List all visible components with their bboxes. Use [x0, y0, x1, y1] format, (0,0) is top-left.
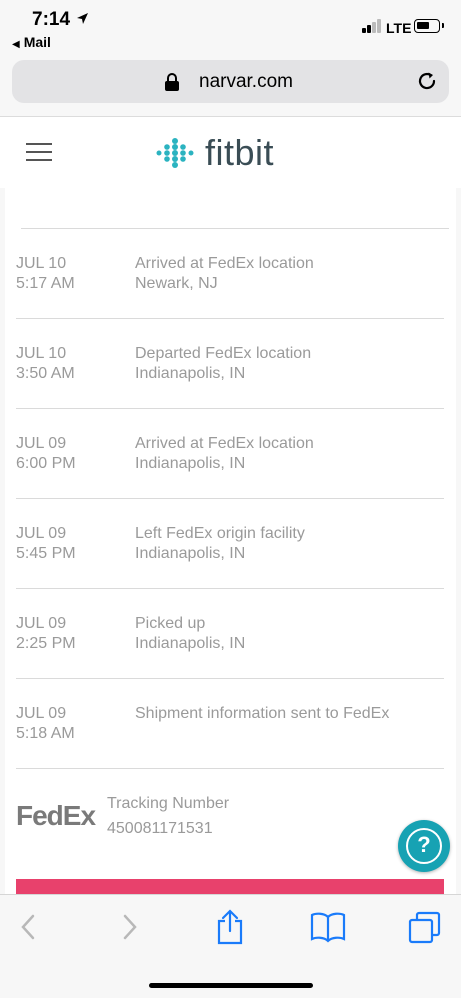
tabs-icon[interactable] [408, 911, 442, 945]
event-datetime: JUL 10 3:50 AM [16, 344, 75, 384]
event-date: JUL 10 [16, 255, 67, 272]
home-indicator [149, 983, 313, 988]
event-time: 2:25 PM [16, 635, 76, 652]
event-details: Arrived at FedEx location Newark, NJ [135, 254, 314, 294]
tracking-content: JUL 10 5:17 AM Arrived at FedEx location Ne… [0, 188, 461, 894]
event-date: JUL 09 [16, 525, 67, 542]
tracking-event-row: JUL 09 6:00 PM Arrived at FedEx location In… [16, 434, 444, 524]
divider [16, 678, 444, 679]
event-date: JUL 09 [16, 615, 67, 632]
divider [16, 768, 444, 769]
event-location: Indianapolis, IN [135, 455, 246, 472]
divider [16, 498, 444, 499]
tracking-number-label: Tracking Number [107, 795, 230, 812]
forward-arrow-icon[interactable] [120, 913, 140, 941]
event-location: Indianapolis, IN [135, 365, 246, 382]
tracking-event-row: JUL 09 5:45 PM Left FedEx origin facility I… [16, 524, 444, 614]
event-time: 3:50 AM [16, 365, 75, 382]
event-location: Indianapolis, IN [135, 635, 246, 652]
signal-icon [362, 19, 384, 33]
bookmarks-icon[interactable] [310, 911, 346, 943]
event-details: Shipment information sent to FedEx [135, 704, 389, 724]
event-details: Departed FedEx location Indianapolis, IN [135, 344, 311, 384]
network-label: LTE [386, 20, 412, 36]
back-arrow-icon[interactable] [18, 913, 38, 941]
site-header: fitbit [0, 116, 461, 188]
event-location: Indianapolis, IN [135, 545, 246, 562]
divider [21, 228, 449, 229]
event-status: Picked up [135, 615, 206, 632]
tracking-event-row: JUL 10 3:50 AM Departed FedEx location Indi… [16, 344, 444, 434]
event-status: Arrived at FedEx location [135, 435, 314, 452]
event-location: Newark, NJ [135, 275, 218, 292]
event-datetime: JUL 09 2:25 PM [16, 614, 76, 654]
event-details: Picked up Indianapolis, IN [135, 614, 245, 654]
back-app-label: Mail [23, 34, 51, 50]
location-arrow-icon [77, 13, 88, 24]
back-to-mail-link[interactable]: ◀ Mail [12, 34, 51, 50]
reload-icon[interactable] [416, 70, 438, 92]
event-date: JUL 09 [16, 705, 67, 722]
event-datetime: JUL 09 5:18 AM [16, 704, 75, 744]
fitbit-dots-icon [156, 138, 194, 168]
status-bar: 7:14 ◀ Mail LTE [0, 0, 461, 52]
event-time: 6:00 PM [16, 455, 76, 472]
event-details: Arrived at FedEx location Indianapolis, I… [135, 434, 314, 474]
event-time: 5:45 PM [16, 545, 76, 562]
divider [16, 318, 444, 319]
event-status: Arrived at FedEx location [135, 255, 314, 272]
help-button[interactable]: ? [398, 820, 450, 872]
fitbit-logo[interactable]: fitbit [155, 125, 305, 173]
tracking-number[interactable]: 450081171531 [107, 820, 213, 838]
divider [16, 408, 444, 409]
tracking-event-row: JUL 09 2:25 PM Picked up Indianapolis, IN [16, 614, 444, 704]
tracking-event-row: JUL 10 5:17 AM Arrived at FedEx location Ne… [16, 254, 444, 344]
event-datetime: JUL 09 6:00 PM [16, 434, 76, 474]
share-icon[interactable] [215, 909, 245, 945]
event-status: Departed FedEx location [135, 345, 312, 362]
event-datetime: JUL 09 5:45 PM [16, 524, 76, 564]
help-icon: ? [417, 832, 431, 857]
menu-icon[interactable] [26, 143, 52, 162]
fedex-logo: FedEx [16, 800, 96, 831]
battery-icon [414, 19, 444, 33]
action-bar[interactable] [16, 879, 444, 894]
event-status: Left FedEx origin facility [135, 525, 305, 542]
tracking-event-row: JUL 09 5:18 AM Shipment information sent t… [16, 704, 444, 794]
browser-toolbar [0, 894, 461, 998]
event-status: Shipment information sent to FedEx [135, 705, 390, 722]
address-bar[interactable]: narvar.com [12, 60, 449, 103]
lock-icon [165, 73, 179, 91]
divider [16, 588, 444, 589]
status-time: 7:14 [32, 9, 71, 30]
event-datetime: JUL 10 5:17 AM [16, 254, 75, 294]
event-details: Left FedEx origin facility Indianapolis, … [135, 524, 305, 564]
event-date: JUL 09 [16, 435, 67, 452]
url-text: narvar.com [199, 71, 293, 92]
event-time: 5:18 AM [16, 725, 75, 742]
brand-name: fitbit [205, 132, 275, 173]
event-time: 5:17 AM [16, 275, 75, 292]
event-date: JUL 10 [16, 345, 67, 362]
back-triangle-icon: ◀ [12, 39, 20, 50]
screen: 7:14 ◀ Mail LTE narvar.com fitbit JUL 10… [0, 0, 461, 998]
